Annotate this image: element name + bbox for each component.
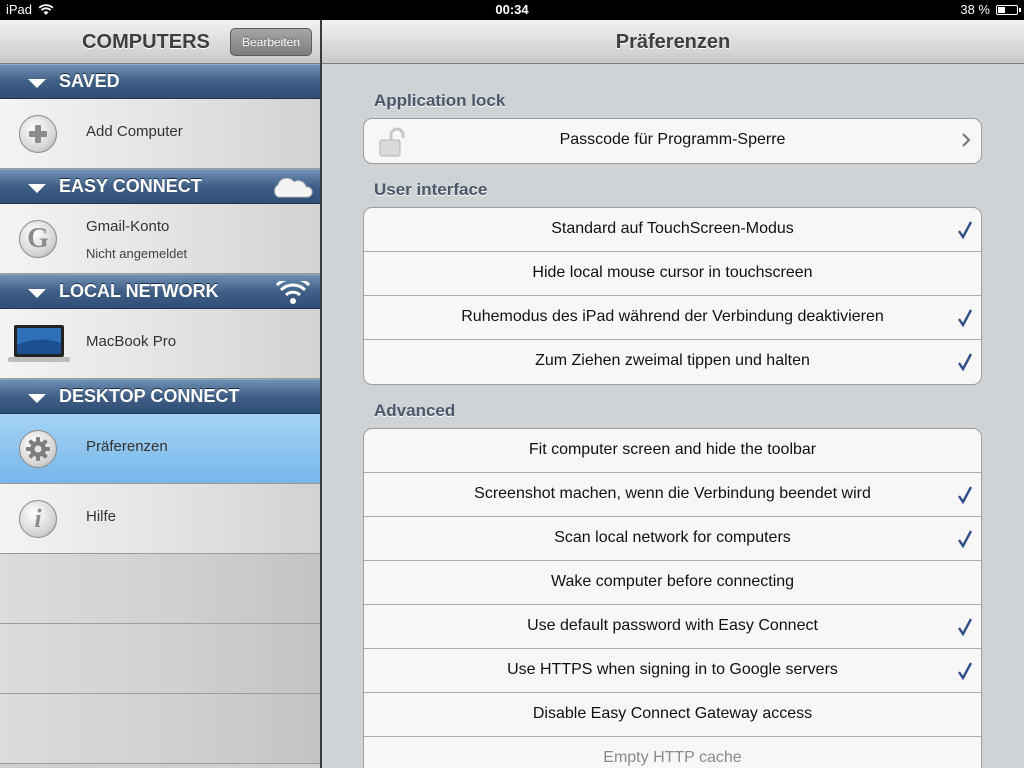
setting-cell-zum-ziehen-zweimal-tippen-und-halten[interactable]: Zum Ziehen zweimal tippen und halten <box>364 340 981 384</box>
setting-cell-ruhemodus-des-ipad-w-hrend-der-verbindun[interactable]: Ruhemodus des iPad während der Verbindun… <box>364 296 981 340</box>
section-header-desktop-connect[interactable]: DESKTOP CONNECT <box>0 379 320 414</box>
sidebar-item-gmail[interactable]: G Gmail-Konto Nicht angemeldet <box>0 204 320 274</box>
cloud-icon <box>274 178 313 198</box>
section-header-easy-connect[interactable]: EASY CONNECT <box>0 169 320 204</box>
setting-cell-wake-computer-before-connecting[interactable]: Wake computer before connecting <box>364 561 981 605</box>
sidebar-empty-row <box>0 624 320 694</box>
cell-label: Standard auf TouchScreen-Modus <box>551 220 794 237</box>
sidebar-item-preferences[interactable]: Präferenzen <box>0 414 320 484</box>
checkmark-icon <box>958 530 973 549</box>
checkmark-icon <box>958 618 973 637</box>
cell-label: Use default password with Easy Connect <box>527 617 818 634</box>
checkmark-icon <box>958 221 973 240</box>
edit-button[interactable]: Bearbeiten <box>230 28 312 56</box>
section-header-label: SAVED <box>59 71 120 91</box>
disclosure-triangle-icon <box>28 79 46 88</box>
sidebar: COMPUTERS Bearbeiten SAVED Add Computer … <box>0 20 320 768</box>
cell-label: Disable Easy Connect Gateway access <box>532 705 813 722</box>
section-header-local-network[interactable]: LOCAL NETWORK <box>0 274 320 309</box>
setting-cell-hide-local-mouse-cursor-in-touchscreen[interactable]: Hide local mouse cursor in touchscreen <box>364 252 981 296</box>
cell-label: Use HTTPS when signing in to Google serv… <box>507 661 838 678</box>
main-navbar: Präferenzen <box>322 20 1024 64</box>
section-header-label: LOCAL NETWORK <box>59 281 219 301</box>
sidebar-navbar: COMPUTERS Bearbeiten <box>0 20 320 64</box>
battery-percent: 38 % <box>960 2 990 17</box>
cell-label: Fit computer screen and hide the toolbar <box>528 441 817 458</box>
sidebar-item-macbook-pro[interactable]: MacBook Pro <box>0 309 320 379</box>
sidebar-item-label: Präferenzen <box>86 438 168 455</box>
sidebar-item-label: Hilfe <box>86 508 117 525</box>
sidebar-item-add-computer[interactable]: Add Computer <box>0 99 320 169</box>
disclosure-triangle-icon <box>28 184 46 193</box>
sidebar-empty-row <box>0 694 320 764</box>
cell-label: Zum Ziehen zweimal tippen und halten <box>535 352 810 369</box>
sidebar-empty-row <box>0 554 320 624</box>
passcode-cell[interactable]: Passcode für Programm-Sperre <box>364 119 981 163</box>
cell-label: Scan local network for computers <box>554 529 791 546</box>
group-user-interface: Standard auf TouchScreen-Modus Hide local… <box>363 207 982 385</box>
group-title-user-interface: User interface <box>374 180 488 199</box>
sidebar-item-help[interactable]: i Hilfe <box>0 484 320 554</box>
checkmark-icon <box>958 662 973 681</box>
status-bar: iPad 00:34 38 % <box>0 0 1024 20</box>
cell-label: Wake computer before connecting <box>550 573 795 590</box>
add-icon <box>19 115 57 153</box>
setting-cell-fit-computer-screen-and-hide-the-toolbar[interactable]: Fit computer screen and hide the toolbar <box>364 429 981 473</box>
disclosure-triangle-icon <box>28 289 46 298</box>
cell-label: Hide local mouse cursor in touchscreen <box>532 264 813 281</box>
info-icon: i <box>19 500 57 538</box>
group-advanced: Fit computer screen and hide the toolbar… <box>363 428 982 768</box>
wifi-icon <box>276 281 310 304</box>
group-title-application-lock: Application lock <box>374 91 506 110</box>
cell-label: Ruhemodus des iPad während der Verbindun… <box>461 308 884 325</box>
chevron-right-icon <box>962 133 971 147</box>
disclosure-triangle-icon <box>28 394 46 403</box>
status-time: 00:34 <box>495 2 529 17</box>
cell-label: Empty HTTP cache <box>603 749 742 766</box>
google-icon: G <box>19 220 57 258</box>
cell-label: Passcode für Programm-Sperre <box>559 131 786 148</box>
sidebar-item-label: Add Computer <box>86 123 183 140</box>
screen: iPad 00:34 38 % COMPUTERS Bearbeiten SAV… <box>0 0 1024 768</box>
sidebar-item-label: MacBook Pro <box>86 333 177 350</box>
setting-cell-use-default-password-with-easy-connect[interactable]: Use default password with Easy Connect <box>364 605 981 649</box>
setting-cell-empty-http-cache[interactable]: Empty HTTP cache <box>364 737 981 768</box>
setting-cell-scan-local-network-for-computers[interactable]: Scan local network for computers <box>364 517 981 561</box>
cell-label: Screenshot machen, wenn die Verbindung b… <box>474 485 871 502</box>
sidebar-item-label: Gmail-Konto <box>86 218 170 235</box>
section-header-saved[interactable]: SAVED <box>0 64 320 99</box>
group-title-advanced: Advanced <box>374 401 456 420</box>
page-title: Präferenzen <box>615 31 731 53</box>
battery-icon <box>996 4 1021 15</box>
laptop-icon <box>8 325 70 362</box>
checkmark-icon <box>958 353 973 372</box>
sidebar-item-sublabel: Nicht angemeldet <box>86 246 188 261</box>
setting-cell-disable-easy-connect-gateway-access[interactable]: Disable Easy Connect Gateway access <box>364 693 981 737</box>
setting-cell-screenshot-machen-wenn-die-verbindung-be[interactable]: Screenshot machen, wenn die Verbindung b… <box>364 473 981 517</box>
section-header-label: EASY CONNECT <box>59 176 202 196</box>
setting-cell-use-https-when-signing-in-to-google-serv[interactable]: Use HTTPS when signing in to Google serv… <box>364 649 981 693</box>
main-panel: Präferenzen Application lock Passcode fü… <box>322 20 1024 768</box>
section-header-label: DESKTOP CONNECT <box>59 386 240 406</box>
setting-cell-standard-auf-touchscreen-modus[interactable]: Standard auf TouchScreen-Modus <box>364 208 981 252</box>
group-application-lock: Passcode für Programm-Sperre <box>363 118 982 164</box>
checkmark-icon <box>958 309 973 328</box>
gear-icon <box>19 430 57 468</box>
checkmark-icon <box>958 486 973 505</box>
